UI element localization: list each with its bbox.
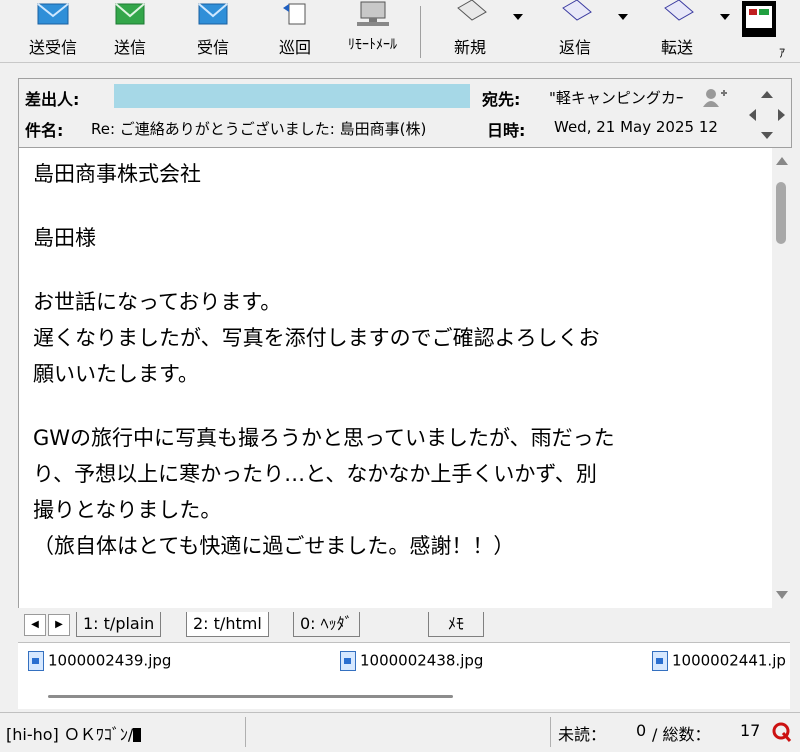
scroll-up-icon[interactable] [775,156,789,166]
status-bar: [hi-ho] ＯＫﾜｺﾞﾝ/ 未読： 0 / 総数： 17 [0,712,800,752]
status-separator [550,717,551,747]
body-line: 遅くなりましたが、写真を添付しますのでご確認よろしくお [33,326,600,350]
account-status: [hi-ho] ＯＫﾜｺﾞﾝ/ [6,721,142,745]
image-file-icon [652,651,668,671]
attachment-name: 1000002441.jp [672,651,786,670]
toolbar: 送受信 送信 受信 巡回 ﾘﾓｰﾄﾒｰﾙ 新規 返信 転送 ｱ [0,0,800,63]
header-nav-arrows-icon[interactable] [747,89,787,141]
account-status-text: [hi-ho] ＯＫﾜｺﾞﾝ/ [6,725,134,744]
new-mail-icon [457,0,487,21]
unread-label: 未読： [558,725,607,744]
scroll-down-icon[interactable] [775,590,789,600]
send-receive-label: 送受信 [28,38,77,57]
subject-label: 件名: [25,121,64,140]
remote-mail-icon [356,1,389,26]
to-label: 宛先: [482,90,521,109]
status-separator [245,717,246,747]
attachment-item[interactable]: 1000002439.jpg [28,651,171,673]
send-button[interactable]: 送信 [100,0,160,62]
body-line: 願いいたします。 [33,362,199,386]
reply-button[interactable]: 返信 [540,0,610,62]
subject-value: Re: ご連絡ありがとうございました: 島田商事(株) [91,120,427,138]
address-book-icon [742,1,776,37]
tab-header[interactable]: 0: ﾍｯﾀﾞ [293,612,360,637]
new-dropdown-icon[interactable] [513,14,523,20]
reply-icon [562,0,592,21]
body-line: GWの旅行中に写真も撮ろうかと思っていましたが、雨だった [33,426,615,450]
patrol-button[interactable]: 巡回 [265,0,325,62]
attachment-item[interactable]: 1000002441.jp [652,651,786,673]
image-file-icon [340,651,356,671]
to-value[interactable]: "軽キャンピングカｰ [549,87,701,108]
forward-label: 転送 [660,38,693,57]
body-line: お世話になっております。 [33,290,282,314]
body-line: り、予想以上に寒かったり…と、なかなか上手くいかず、別 [33,462,597,486]
horizontal-scrollbar[interactable] [48,695,453,698]
total-count: 17 [740,721,761,740]
remote-mail-button[interactable]: ﾘﾓｰﾄﾒｰﾙ [330,0,415,62]
forward-icon [664,0,694,21]
add-contact-icon[interactable] [701,87,729,109]
message-body[interactable]: 島田商事株式会社 島田様 お世話になっております。 遅くなりましたが、写真を添付… [18,148,774,608]
remote-mail-label: ﾘﾓｰﾄﾒｰﾙ [348,37,397,53]
attachment-name: 1000002439.jpg [48,651,172,670]
total-label: / 総数： [652,725,711,744]
forward-dropdown-icon[interactable] [720,14,730,20]
tab-memo[interactable]: ﾒﾓ [428,612,484,637]
cursor-block-icon [133,728,142,742]
attachment-name: 1000002438.jpg [360,651,484,670]
toolbar-separator [420,6,421,58]
receive-label: 受信 [196,38,229,57]
body-line: 撮りとなりました。 [33,498,222,522]
message-header: 差出人: 宛先: "軽キャンピングカｰ 件名: Re: ご連絡ありがとうございま… [18,78,792,148]
reply-label: 返信 [558,38,591,57]
attachment-item[interactable]: 1000002438.jpg [340,651,483,673]
tab-bar: ◀ ▶ 1: t/plain 2: t/html 0: ﾍｯﾀﾞ ﾒﾓ [18,610,790,640]
body-line: 島田様 [33,226,96,250]
vertical-scrollbar[interactable] [772,148,792,608]
from-label: 差出人: [25,90,80,109]
tab-html[interactable]: 2: t/html [186,612,269,637]
image-file-icon [28,651,44,671]
body-line: 島田商事株式会社 [33,162,201,186]
tab-plain[interactable]: 1: t/plain [76,612,162,637]
date-value: Wed, 21 May 2025 12 [554,118,718,136]
send-icon [115,3,145,25]
unread-count: 0 [636,721,647,740]
forward-button[interactable]: 転送 [642,0,712,62]
body-line: （旅自体はとても快適に過ごせました。感謝！！） [33,534,515,558]
address-book-label: ｱ [778,46,785,60]
patrol-label: 巡回 [278,38,311,57]
receive-button[interactable]: 受信 [183,0,243,62]
scroll-thumb[interactable] [776,182,786,244]
new-label: 新規 [453,38,486,57]
receive-icon [198,3,228,25]
attachment-pane: 1000002439.jpg 1000002438.jpg 1000002441… [18,642,790,709]
address-book-button[interactable]: ｱ [737,0,787,62]
send-label: 送信 [113,38,146,57]
new-button[interactable]: 新規 [435,0,505,62]
from-field[interactable] [114,84,470,108]
send-receive-button[interactable]: 送受信 [18,0,88,62]
reply-dropdown-icon[interactable] [618,14,628,20]
date-label: 日時: [487,121,526,140]
quit-q-icon[interactable] [772,721,792,743]
tab-scroll-right-icon[interactable]: ▶ [48,614,70,636]
patrol-icon [283,3,306,25]
tab-scroll-left-icon[interactable]: ◀ [24,614,46,636]
send-receive-icon [37,3,69,25]
